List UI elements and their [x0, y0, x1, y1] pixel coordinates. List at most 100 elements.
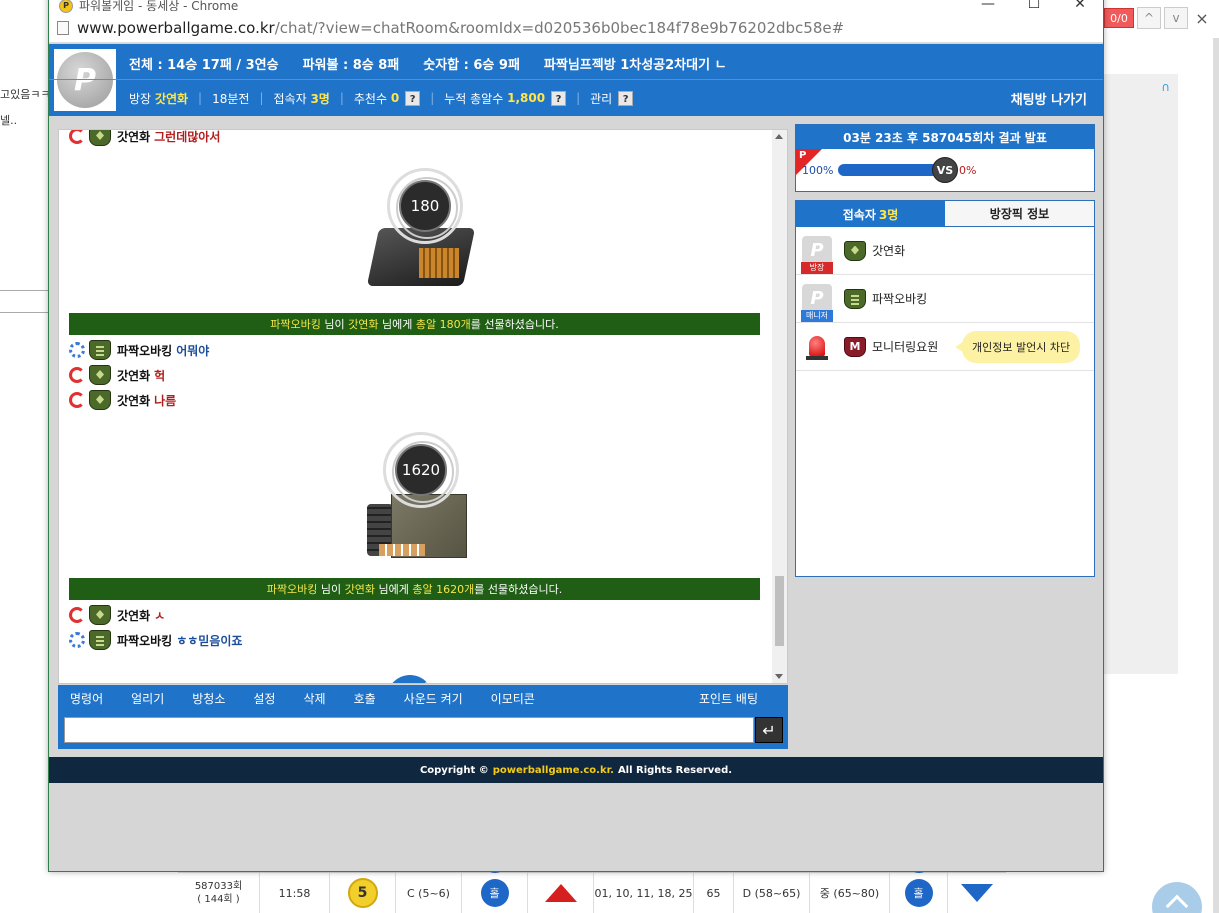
time-cell: 11:58 — [260, 873, 330, 913]
chat-text: ㅎㅎ믿음이죠 — [176, 633, 243, 648]
tab-owner-pick[interactable]: 방장픽 정보 — [945, 201, 1094, 227]
cmd-sound-on[interactable]: 사운드 켜기 — [404, 690, 463, 707]
ad-info-icon[interactable]: ∩ — [1161, 80, 1170, 94]
cmd-help[interactable]: 명령어 — [70, 690, 103, 707]
chat-popup-window: P 파워볼게임 - 동세상 - Chrome — ☐ ✕ www.powerba… — [48, 0, 1104, 872]
recommend-count: 0 — [390, 91, 400, 105]
window-controls: — ☐ ✕ — [965, 0, 1103, 13]
chat-nick[interactable]: 파짝오바킹 — [117, 632, 172, 649]
chat-input[interactable] — [64, 717, 754, 743]
chat-text: 헉 — [154, 368, 166, 383]
cmd-delete[interactable]: 삭제 — [303, 690, 325, 707]
gift-receiver: 갓연화 — [348, 318, 379, 331]
copyright-suffix: All Rights Reserved. — [617, 764, 733, 776]
maximize-button[interactable]: ☐ — [1011, 0, 1057, 13]
chat-nick[interactable]: 갓연화 — [117, 392, 150, 409]
find-close-button[interactable]: × — [1191, 7, 1213, 29]
stat-powerball: 파워볼 : 8승 8패 — [302, 58, 400, 73]
rank-badge-icon — [89, 130, 111, 146]
arrow-down-icon — [961, 884, 993, 902]
copyright-site[interactable]: powerballgame.co.kr. — [493, 765, 614, 776]
gift-amount-badge: 1620 — [395, 444, 447, 496]
round-number: 587033회 — [194, 881, 243, 892]
gift-text: 를 선물하셨습니다. — [470, 318, 559, 331]
user-name[interactable]: 파짝오바킹 — [872, 290, 927, 307]
user-status-icon — [69, 342, 85, 358]
chat-scrollbar[interactable] — [772, 130, 787, 683]
next-result-box: 03분 23초 후 587045회차 결과 발표 P 100% VS 0% — [795, 124, 1095, 192]
gift-text: 님에게 — [375, 583, 413, 596]
manage-help-button[interactable]: ? — [618, 90, 634, 106]
cmd-settings[interactable]: 설정 — [253, 690, 275, 707]
user-item[interactable]: P 방장 갓연화 — [796, 227, 1094, 275]
manage-label: 관리 — [590, 91, 613, 106]
oddeven-cell: 홀 — [462, 859, 528, 913]
monitor-rank-icon: M — [844, 336, 866, 357]
user-status-icon — [69, 632, 85, 648]
bullet-gift-image: 180 — [366, 168, 479, 298]
stat-numbersum: 숫자합 : 6승 9패 — [423, 58, 520, 73]
page-icon — [57, 20, 69, 35]
result-table-row: 587033회 ( 144회 ) 11:58 5 C (5~6) 홀 01, 1… — [178, 847, 1006, 913]
user-name[interactable]: 모니터링요원 — [872, 338, 938, 355]
sum-cell: 65 — [694, 873, 734, 913]
cmd-call[interactable]: 호출 — [354, 690, 376, 707]
cmd-freeze[interactable]: 얼리기 — [131, 690, 164, 707]
oddeven2-cell: 홀 — [890, 859, 948, 913]
url-text[interactable]: www.powerballgame.co.kr/chat/?view=chatR… — [77, 19, 844, 37]
chat-nick[interactable]: 파짝오바킹 — [117, 342, 172, 359]
scroll-thumb[interactable] — [775, 576, 784, 646]
odd-badge: 홀 — [480, 879, 509, 907]
chat-nick[interactable]: 갓연화 — [117, 130, 150, 145]
cmd-emoticon[interactable]: 이모티콘 — [491, 690, 535, 707]
size-cell: 중 (65~80) — [810, 873, 890, 913]
rank-badge-icon — [844, 240, 866, 261]
find-count: 0/0 — [1104, 8, 1134, 28]
rank-badge-icon — [844, 288, 866, 309]
round-cell: 587033회 ( 144회 ) — [178, 873, 260, 913]
arrow-up-icon — [544, 884, 577, 902]
chat-message: 갓연화 ㅅ — [69, 604, 165, 626]
chat-nick[interactable]: 갓연화 — [117, 367, 150, 384]
bullets-icon — [379, 544, 425, 556]
chat-nick[interactable]: 갓연화 — [117, 607, 150, 624]
user-item[interactable]: M 모니터링요원 개인정보 발언시 차단 — [796, 323, 1094, 371]
chat-messages[interactable]: 갓연화 그런데많아서 180 파짝오바킹 님이 갓연화 님에게 총알 180개 를… — [58, 129, 788, 684]
background-scrollbar[interactable] — [1213, 38, 1219, 913]
exit-room-link[interactable]: 채팅방 나가기 — [1011, 89, 1087, 108]
vote-progress-bar — [838, 164, 938, 176]
owner-name[interactable]: 갓연화 — [155, 90, 188, 107]
find-bar: 0/0 ^ v × — [1104, 6, 1213, 30]
rank-badge-icon — [89, 340, 111, 360]
minimize-button[interactable]: — — [965, 0, 1011, 13]
user-name[interactable]: 갓연화 — [872, 242, 905, 259]
tab-users[interactable]: 접속자 3명 — [796, 201, 945, 227]
gift-text: 를 선물하셨습니다. — [474, 583, 563, 596]
users-label: 접속자 — [273, 91, 307, 106]
scroll-up-icon[interactable] — [775, 134, 783, 139]
find-next-button[interactable]: v — [1164, 7, 1188, 29]
send-button[interactable]: ↵ — [755, 717, 783, 743]
privacy-warning-tooltip: 개인정보 발언시 차단 — [954, 331, 1081, 363]
room-stats: 전체 : 14승 17패 / 3연승 파워볼 : 8승 8패 숫자합 : 6승 … — [129, 54, 727, 73]
close-button[interactable]: ✕ — [1057, 0, 1103, 13]
bullets-help-button[interactable]: ? — [551, 90, 567, 106]
background-divider — [0, 290, 48, 291]
chat-message: 파짝오바킹 어뭐야 — [69, 339, 209, 361]
gift-item: 총알 180개 — [415, 318, 471, 331]
scroll-down-icon[interactable] — [775, 674, 783, 679]
scroll-top-button[interactable] — [1152, 882, 1202, 913]
cmd-clear[interactable]: 방청소 — [192, 690, 225, 707]
recommend-help-button[interactable]: ? — [405, 90, 421, 106]
total-bullets-value: 1,800 — [507, 91, 546, 105]
siren-icon — [802, 331, 832, 362]
round-sub: ( 144회 ) — [197, 894, 240, 905]
total-bullets-label: 누적 총알수 — [444, 91, 504, 106]
owner-label: 방장 — [129, 91, 152, 106]
address-bar[interactable]: www.powerballgame.co.kr/chat/?view=chatR… — [49, 13, 1103, 43]
point-bet-button[interactable]: 포인트 배팅 — [699, 690, 758, 707]
right-percent: 0% — [959, 164, 977, 177]
vs-badge: VS — [932, 157, 958, 183]
find-prev-button[interactable]: ^ — [1137, 7, 1161, 29]
user-item[interactable]: P 매니저 파짝오바킹 — [796, 275, 1094, 323]
